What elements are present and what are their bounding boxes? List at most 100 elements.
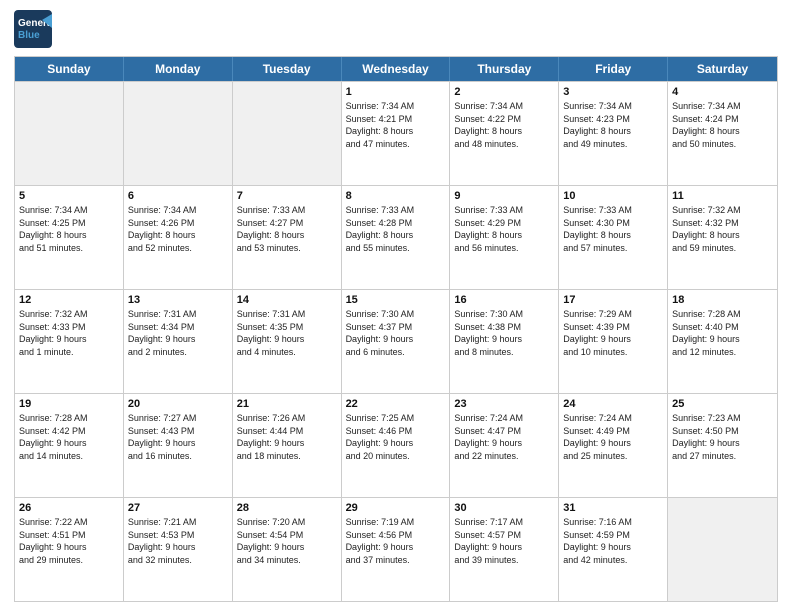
calendar-cell [233,82,342,185]
calendar-cell: 24Sunrise: 7:24 AM Sunset: 4:49 PM Dayli… [559,394,668,497]
cell-details: Sunrise: 7:34 AM Sunset: 4:24 PM Dayligh… [672,100,773,150]
header-day-friday: Friday [559,57,668,81]
calendar-cell [668,498,777,601]
calendar-cell: 3Sunrise: 7:34 AM Sunset: 4:23 PM Daylig… [559,82,668,185]
calendar-cell: 1Sunrise: 7:34 AM Sunset: 4:21 PM Daylig… [342,82,451,185]
day-number: 4 [672,85,773,99]
cell-details: Sunrise: 7:33 AM Sunset: 4:27 PM Dayligh… [237,204,337,254]
calendar-row-5: 26Sunrise: 7:22 AM Sunset: 4:51 PM Dayli… [15,497,777,601]
day-number: 12 [19,293,119,307]
day-number: 17 [563,293,663,307]
logo: General Blue [14,10,52,48]
day-number: 2 [454,85,554,99]
header-day-sunday: Sunday [15,57,124,81]
page: General Blue SundayMondayTuesdayWednesda… [0,0,792,612]
day-number: 5 [19,189,119,203]
calendar-cell: 22Sunrise: 7:25 AM Sunset: 4:46 PM Dayli… [342,394,451,497]
cell-details: Sunrise: 7:31 AM Sunset: 4:35 PM Dayligh… [237,308,337,358]
day-number: 16 [454,293,554,307]
cell-details: Sunrise: 7:32 AM Sunset: 4:33 PM Dayligh… [19,308,119,358]
cell-details: Sunrise: 7:33 AM Sunset: 4:30 PM Dayligh… [563,204,663,254]
calendar-cell: 28Sunrise: 7:20 AM Sunset: 4:54 PM Dayli… [233,498,342,601]
day-number: 6 [128,189,228,203]
calendar-cell: 15Sunrise: 7:30 AM Sunset: 4:37 PM Dayli… [342,290,451,393]
day-number: 1 [346,85,446,99]
header-day-monday: Monday [124,57,233,81]
day-number: 21 [237,397,337,411]
cell-details: Sunrise: 7:29 AM Sunset: 4:39 PM Dayligh… [563,308,663,358]
calendar-cell: 19Sunrise: 7:28 AM Sunset: 4:42 PM Dayli… [15,394,124,497]
day-number: 25 [672,397,773,411]
day-number: 20 [128,397,228,411]
day-number: 19 [19,397,119,411]
calendar-cell: 9Sunrise: 7:33 AM Sunset: 4:29 PM Daylig… [450,186,559,289]
calendar-cell: 17Sunrise: 7:29 AM Sunset: 4:39 PM Dayli… [559,290,668,393]
calendar-cell: 29Sunrise: 7:19 AM Sunset: 4:56 PM Dayli… [342,498,451,601]
cell-details: Sunrise: 7:21 AM Sunset: 4:53 PM Dayligh… [128,516,228,566]
day-number: 14 [237,293,337,307]
calendar-cell: 30Sunrise: 7:17 AM Sunset: 4:57 PM Dayli… [450,498,559,601]
calendar-row-1: 1Sunrise: 7:34 AM Sunset: 4:21 PM Daylig… [15,81,777,185]
cell-details: Sunrise: 7:28 AM Sunset: 4:40 PM Dayligh… [672,308,773,358]
calendar-cell: 6Sunrise: 7:34 AM Sunset: 4:26 PM Daylig… [124,186,233,289]
calendar-cell: 4Sunrise: 7:34 AM Sunset: 4:24 PM Daylig… [668,82,777,185]
header-day-saturday: Saturday [668,57,777,81]
cell-details: Sunrise: 7:19 AM Sunset: 4:56 PM Dayligh… [346,516,446,566]
calendar-cell: 23Sunrise: 7:24 AM Sunset: 4:47 PM Dayli… [450,394,559,497]
calendar-cell: 16Sunrise: 7:30 AM Sunset: 4:38 PM Dayli… [450,290,559,393]
cell-details: Sunrise: 7:24 AM Sunset: 4:47 PM Dayligh… [454,412,554,462]
day-number: 18 [672,293,773,307]
day-number: 11 [672,189,773,203]
calendar-cell [124,82,233,185]
calendar-cell: 11Sunrise: 7:32 AM Sunset: 4:32 PM Dayli… [668,186,777,289]
day-number: 31 [563,501,663,515]
calendar-cell: 5Sunrise: 7:34 AM Sunset: 4:25 PM Daylig… [15,186,124,289]
calendar-cell: 2Sunrise: 7:34 AM Sunset: 4:22 PM Daylig… [450,82,559,185]
cell-details: Sunrise: 7:22 AM Sunset: 4:51 PM Dayligh… [19,516,119,566]
calendar-cell: 14Sunrise: 7:31 AM Sunset: 4:35 PM Dayli… [233,290,342,393]
day-number: 28 [237,501,337,515]
day-number: 24 [563,397,663,411]
calendar-body: 1Sunrise: 7:34 AM Sunset: 4:21 PM Daylig… [15,81,777,601]
cell-details: Sunrise: 7:31 AM Sunset: 4:34 PM Dayligh… [128,308,228,358]
calendar-cell [15,82,124,185]
cell-details: Sunrise: 7:27 AM Sunset: 4:43 PM Dayligh… [128,412,228,462]
day-number: 29 [346,501,446,515]
header-day-wednesday: Wednesday [342,57,451,81]
calendar-cell: 18Sunrise: 7:28 AM Sunset: 4:40 PM Dayli… [668,290,777,393]
calendar-row-2: 5Sunrise: 7:34 AM Sunset: 4:25 PM Daylig… [15,185,777,289]
calendar-row-3: 12Sunrise: 7:32 AM Sunset: 4:33 PM Dayli… [15,289,777,393]
cell-details: Sunrise: 7:23 AM Sunset: 4:50 PM Dayligh… [672,412,773,462]
day-number: 8 [346,189,446,203]
header: General Blue [14,10,778,48]
header-day-thursday: Thursday [450,57,559,81]
cell-details: Sunrise: 7:20 AM Sunset: 4:54 PM Dayligh… [237,516,337,566]
calendar-cell: 12Sunrise: 7:32 AM Sunset: 4:33 PM Dayli… [15,290,124,393]
calendar-cell: 27Sunrise: 7:21 AM Sunset: 4:53 PM Dayli… [124,498,233,601]
day-number: 23 [454,397,554,411]
calendar-cell: 31Sunrise: 7:16 AM Sunset: 4:59 PM Dayli… [559,498,668,601]
header-day-tuesday: Tuesday [233,57,342,81]
calendar-cell: 10Sunrise: 7:33 AM Sunset: 4:30 PM Dayli… [559,186,668,289]
day-number: 30 [454,501,554,515]
calendar-cell: 13Sunrise: 7:31 AM Sunset: 4:34 PM Dayli… [124,290,233,393]
cell-details: Sunrise: 7:34 AM Sunset: 4:25 PM Dayligh… [19,204,119,254]
day-number: 27 [128,501,228,515]
cell-details: Sunrise: 7:26 AM Sunset: 4:44 PM Dayligh… [237,412,337,462]
cell-details: Sunrise: 7:30 AM Sunset: 4:38 PM Dayligh… [454,308,554,358]
calendar-cell: 21Sunrise: 7:26 AM Sunset: 4:44 PM Dayli… [233,394,342,497]
cell-details: Sunrise: 7:30 AM Sunset: 4:37 PM Dayligh… [346,308,446,358]
day-number: 10 [563,189,663,203]
cell-details: Sunrise: 7:34 AM Sunset: 4:22 PM Dayligh… [454,100,554,150]
cell-details: Sunrise: 7:34 AM Sunset: 4:21 PM Dayligh… [346,100,446,150]
calendar-header-row: SundayMondayTuesdayWednesdayThursdayFrid… [15,57,777,81]
svg-text:Blue: Blue [18,30,40,41]
cell-details: Sunrise: 7:25 AM Sunset: 4:46 PM Dayligh… [346,412,446,462]
calendar-cell: 8Sunrise: 7:33 AM Sunset: 4:28 PM Daylig… [342,186,451,289]
cell-details: Sunrise: 7:16 AM Sunset: 4:59 PM Dayligh… [563,516,663,566]
cell-details: Sunrise: 7:33 AM Sunset: 4:29 PM Dayligh… [454,204,554,254]
cell-details: Sunrise: 7:34 AM Sunset: 4:26 PM Dayligh… [128,204,228,254]
day-number: 13 [128,293,228,307]
cell-details: Sunrise: 7:33 AM Sunset: 4:28 PM Dayligh… [346,204,446,254]
calendar-cell: 26Sunrise: 7:22 AM Sunset: 4:51 PM Dayli… [15,498,124,601]
